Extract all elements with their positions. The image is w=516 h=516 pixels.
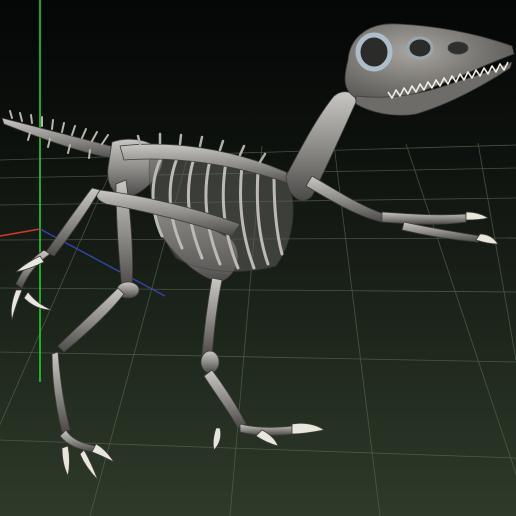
antorbital-opening — [406, 36, 434, 60]
eye-socket — [355, 32, 393, 72]
viewport-canvas[interactable] — [0, 0, 516, 516]
3d-viewport[interactable] — [0, 0, 516, 516]
